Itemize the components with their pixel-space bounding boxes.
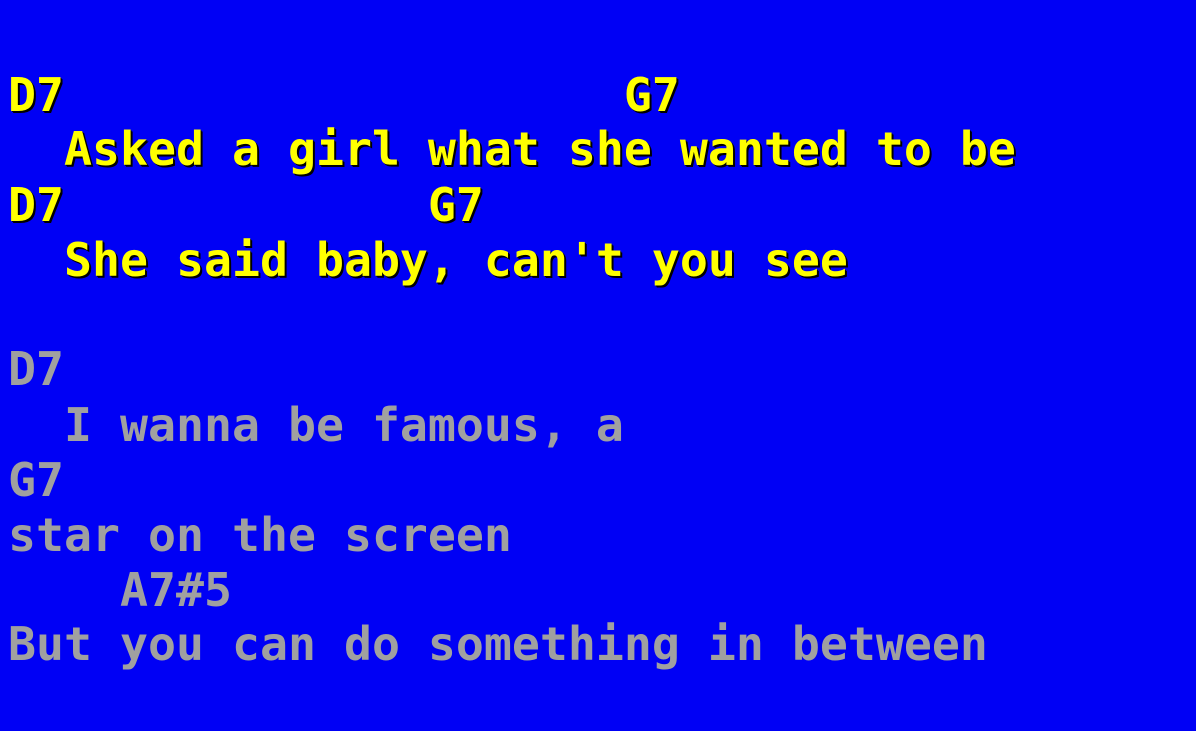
- lyric-line: But you can do something in between: [8, 617, 988, 671]
- chord-line: A7#5: [8, 563, 232, 617]
- chord-line: D7: [8, 342, 64, 396]
- lyric-line: star on the screen: [8, 508, 512, 562]
- chord-line: D7 G7: [8, 178, 484, 232]
- lyric-line: Asked a girl what she wanted to be: [8, 122, 1016, 176]
- lyric-line: I wanna be famous, a: [8, 398, 624, 452]
- chord-line: G7: [8, 453, 64, 507]
- lyric-line: She said baby, can't you see: [8, 233, 848, 287]
- chord-line: D7 G7: [8, 68, 680, 122]
